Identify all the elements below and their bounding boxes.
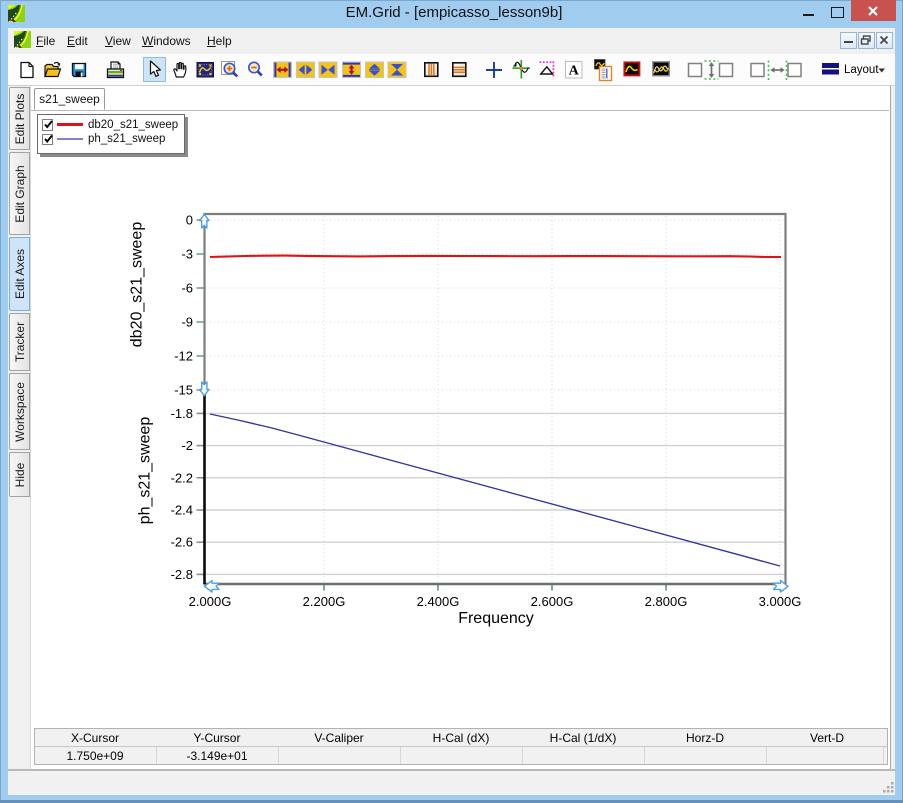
svg-text:2.000G: 2.000G [189, 594, 232, 609]
svg-text:-15: -15 [174, 383, 193, 398]
svg-text:2.400G: 2.400G [417, 594, 460, 609]
svg-text:-2.8: -2.8 [171, 567, 193, 582]
svg-text:2.800G: 2.800G [645, 594, 688, 609]
svg-text:-9: -9 [181, 315, 193, 330]
svg-text:-3: -3 [181, 247, 193, 262]
svg-text:-12: -12 [174, 349, 193, 364]
svg-text:Frequency: Frequency [458, 610, 534, 627]
svg-text:2.600G: 2.600G [531, 594, 574, 609]
svg-text:-2.2: -2.2 [171, 470, 193, 485]
svg-text:db20_s21_sweep: db20_s21_sweep [129, 222, 146, 348]
svg-text:-6: -6 [181, 281, 193, 296]
svg-text:-2.4: -2.4 [171, 503, 193, 518]
svg-text:ph_s21_sweep: ph_s21_sweep [137, 417, 154, 525]
svg-text:-2: -2 [181, 438, 193, 453]
svg-text:2.200G: 2.200G [303, 594, 346, 609]
svg-text:3.000G: 3.000G [759, 594, 802, 609]
svg-text:-2.6: -2.6 [171, 535, 193, 550]
svg-text:-1.8: -1.8 [171, 406, 193, 421]
svg-text:0: 0 [186, 213, 193, 228]
